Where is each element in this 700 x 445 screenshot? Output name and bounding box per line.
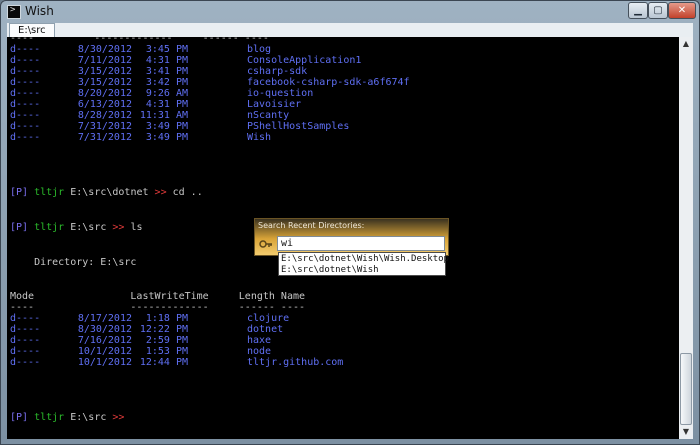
listing-separator: ---- ------------- ------ ---- bbox=[10, 302, 306, 313]
minimize-button[interactable]: ▁ bbox=[628, 2, 648, 19]
suggestion-item[interactable]: E:\src\dotnet\Wish bbox=[281, 265, 379, 276]
scrollbar-thumb[interactable] bbox=[680, 353, 692, 425]
prompt-cd: [P] tltjr E:\src\dotnet >> cd .. bbox=[10, 187, 203, 198]
recent-directories-popup: Search Recent Directories: wi bbox=[254, 218, 449, 256]
window-title: Wish bbox=[25, 4, 54, 18]
title-bar[interactable]: > Wish ▁ ▢ ✕ bbox=[1, 1, 699, 23]
suggestions-list: E:\src\dotnet\Wish\Wish.Desktop E:\src\d… bbox=[278, 252, 449, 276]
key-icon bbox=[259, 238, 273, 250]
app-window: > Wish ▁ ▢ ✕ E:\src ---- ------------- -… bbox=[0, 0, 700, 445]
prompt-ls: [P] tltjr E:\src >> ls bbox=[10, 222, 143, 233]
popup-title: Search Recent Directories: bbox=[258, 221, 365, 230]
app-icon-glyph: > bbox=[10, 5, 16, 15]
tab-e-src[interactable]: E:\src bbox=[9, 23, 55, 37]
directory-line: Directory: E:\src bbox=[10, 257, 137, 268]
directory-search-input[interactable]: wi bbox=[277, 236, 445, 251]
tab-bar: E:\src bbox=[7, 23, 693, 37]
top-listing-separator: ---- ------------- ------ ---- bbox=[10, 37, 269, 44]
listing-header: Mode LastWriteTime Length Name bbox=[10, 291, 306, 302]
scroll-down-arrow-icon[interactable]: ▼ bbox=[679, 425, 693, 439]
terminal-app-icon[interactable]: > bbox=[7, 5, 21, 19]
close-button[interactable]: ✕ bbox=[668, 2, 696, 19]
suggestion-item[interactable]: E:\src\dotnet\Wish\Wish.Desktop bbox=[281, 254, 449, 265]
vertical-scrollbar[interactable]: ▲ ▼ bbox=[679, 37, 693, 439]
scroll-up-arrow-icon[interactable]: ▲ bbox=[679, 37, 693, 51]
maximize-button[interactable]: ▢ bbox=[648, 2, 668, 19]
prompt-current[interactable]: [P] tltjr E:\src >> bbox=[10, 412, 124, 423]
